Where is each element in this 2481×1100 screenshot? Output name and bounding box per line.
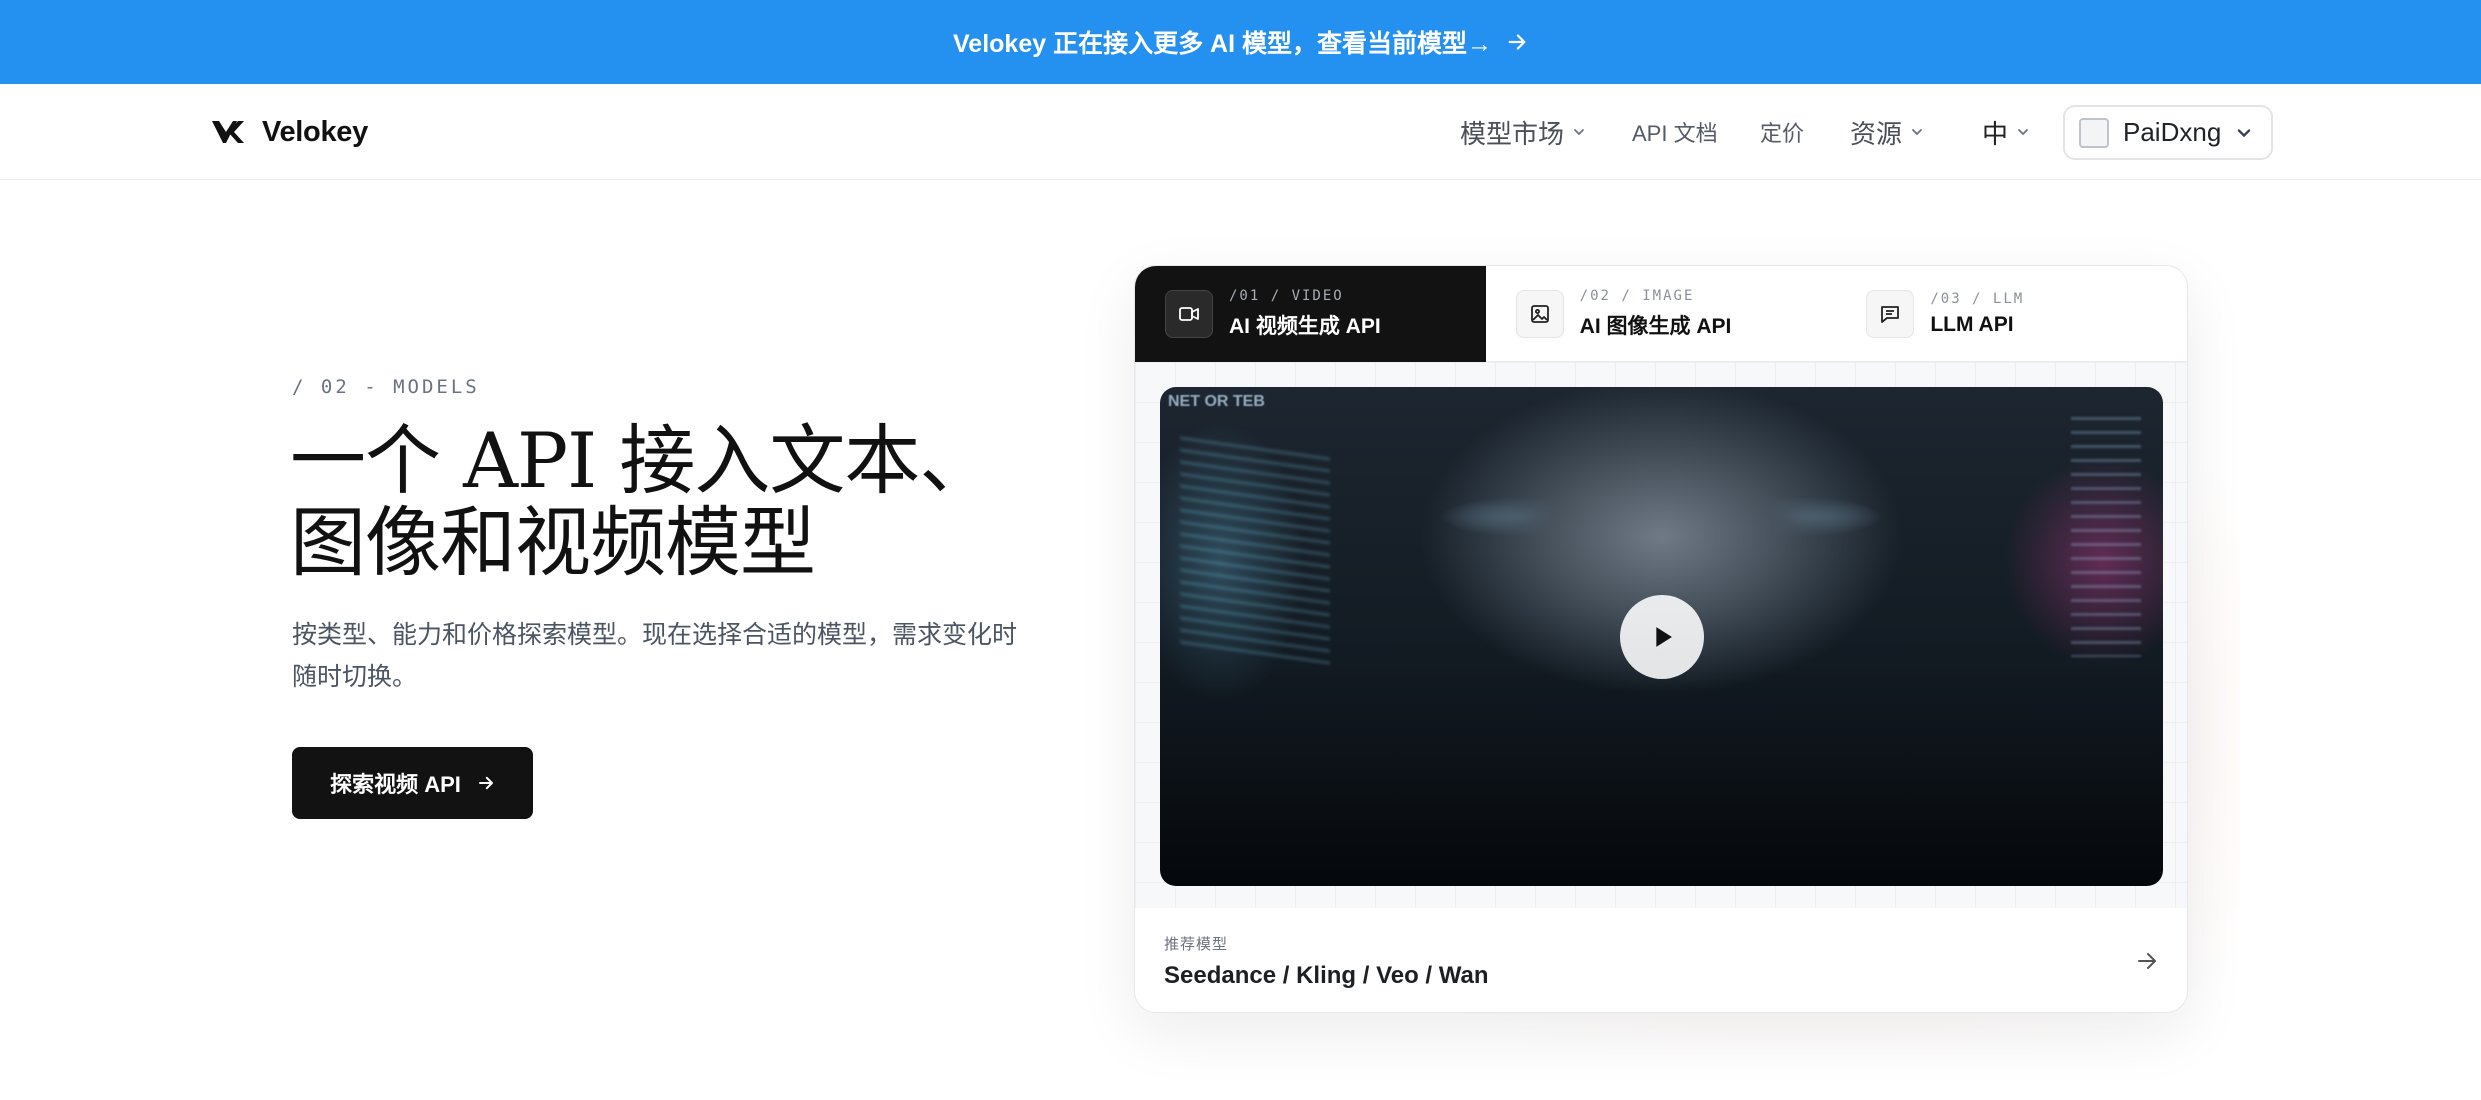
recommended-models-row[interactable]: 推荐模型 Seedance / Kling / Veo / Wan xyxy=(1135,908,2187,1012)
video-overlay-text: NET OR TEB xyxy=(1168,393,1265,410)
chevron-down-icon xyxy=(1574,129,1584,136)
arrow-right-icon xyxy=(478,776,493,790)
nav-item-pricing-label: 定价 xyxy=(1760,121,1805,146)
nav-links: 模型市场 API 文档 定价 资源 中 PaiDxng xyxy=(0,84,2481,180)
hero-title: 一个 API 接入文本、 图像和视频模型 xyxy=(290,420,1050,584)
hero-title-line-1: 一个 API 接入文本、 xyxy=(290,416,995,505)
hero-title-line-2: 图像和视频模型 xyxy=(290,498,816,587)
tab-image[interactable]: /02 / IMAGE AI 图像生成 API xyxy=(1486,266,1837,362)
chevron-down-icon xyxy=(1912,129,1922,136)
nav-item-models[interactable]: 模型市场 xyxy=(1460,114,1586,150)
user-menu-button[interactable]: PaiDxng xyxy=(2063,105,2273,160)
tab-video-label: AI 视频生成 API xyxy=(1229,315,1381,338)
showcase-card: /01 / VIDEO AI 视频生成 API /02 / IMAGE AI 图… xyxy=(1134,265,2188,1013)
nav-item-docs-label: API 文档 xyxy=(1632,121,1718,146)
avatar xyxy=(2079,117,2109,148)
tab-llm-icon-box xyxy=(1866,290,1915,338)
video-camera-icon xyxy=(1179,307,1199,321)
chevron-down-icon xyxy=(2237,128,2251,137)
model-type-tabs: /01 / VIDEO AI 视频生成 API /02 / IMAGE AI 图… xyxy=(1135,266,2187,362)
video-preview[interactable]: NET OR TEB xyxy=(1160,387,2163,886)
chevron-down-icon xyxy=(2018,129,2028,136)
user-name: PaiDxng xyxy=(2123,117,2222,147)
top-navigation: Velokey 模型市场 API 文档 定价 资源 中 PaiDxng xyxy=(0,84,2481,180)
tab-llm[interactable]: /03 / LLM LLM API xyxy=(1836,266,2187,362)
nav-item-models-label: 模型市场 xyxy=(1460,118,1565,149)
nav-item-docs[interactable]: API 文档 xyxy=(1632,114,1718,150)
recommended-models-list: Seedance / Kling / Veo / Wan xyxy=(1164,961,1489,989)
chat-bubble-icon xyxy=(1881,306,1900,323)
arrow-right-icon xyxy=(1508,34,1526,50)
tab-video[interactable]: /01 / VIDEO AI 视频生成 API xyxy=(1135,266,1486,362)
media-preview-area: NET OR TEB xyxy=(1135,362,2187,908)
nav-item-resources-label: 资源 xyxy=(1850,118,1903,149)
language-switcher[interactable]: 中 xyxy=(1982,114,2030,150)
announcement-bar[interactable]: Velokey 正在接入更多 AI 模型，查看当前模型→ xyxy=(0,0,2481,84)
announcement-text[interactable]: Velokey 正在接入更多 AI 模型，查看当前模型→ xyxy=(953,24,1492,60)
nav-item-resources[interactable]: 资源 xyxy=(1850,114,1924,150)
hero-subtitle: 按类型、能力和价格探索模型。现在选择合适的模型，需求变化时随时切换。 xyxy=(292,621,1018,691)
tab-llm-label: LLM API xyxy=(1930,313,2014,336)
play-button[interactable] xyxy=(1620,595,1704,679)
recommended-models-kicker: 推荐模型 xyxy=(1164,935,1229,953)
tab-image-icon-box xyxy=(1515,290,1564,338)
language-label: 中 xyxy=(1982,118,2009,149)
hud-overlay-left xyxy=(1180,436,1330,668)
hud-overlay-right xyxy=(2071,417,2141,657)
arrow-right-icon xyxy=(2138,953,2156,969)
section-eyebrow: / 02 - MODELS xyxy=(292,376,480,398)
tab-llm-kicker: /03 / LLM xyxy=(1930,291,2025,307)
nav-item-pricing[interactable]: 定价 xyxy=(1760,114,1804,150)
play-icon xyxy=(1656,627,1672,647)
tab-video-icon-box xyxy=(1165,290,1213,338)
tab-image-kicker: /02 / IMAGE xyxy=(1579,288,1695,304)
tab-image-label: AI 图像生成 API xyxy=(1579,315,1732,338)
image-icon xyxy=(1530,305,1549,323)
tab-video-kicker: /01 / VIDEO xyxy=(1229,288,1344,304)
cta-label: 探索视频 API xyxy=(330,772,461,797)
explore-video-api-button[interactable]: 探索视频 API xyxy=(292,747,533,819)
